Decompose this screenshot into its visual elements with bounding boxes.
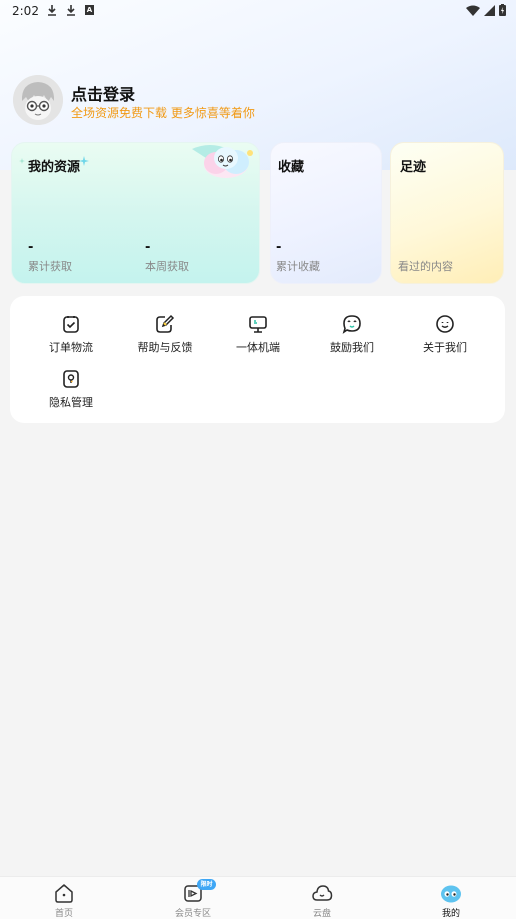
tab-cloud-disk[interactable]: 云盘 xyxy=(282,882,362,919)
tab-label: 我的 xyxy=(441,909,460,919)
wifi-icon xyxy=(466,5,480,16)
status-time: 2:02 xyxy=(12,4,39,18)
footprints-card[interactable]: 足迹 看过的内容 xyxy=(390,142,504,284)
menu-item-label: 隐私管理 xyxy=(49,396,93,409)
smile-icon xyxy=(436,315,454,333)
my-resources-title: 我的资源 xyxy=(28,160,81,175)
cloud-icon xyxy=(312,885,333,901)
footprints-title: 足迹 xyxy=(400,160,427,175)
battery-icon xyxy=(499,4,506,16)
menu-item-label: 一体机端 xyxy=(236,341,280,354)
signal-icon xyxy=(484,4,495,16)
menu-item-label: 关于我们 xyxy=(423,341,467,354)
weekly-acquired-value: - xyxy=(145,240,151,255)
footprints-label: 看过的内容 xyxy=(398,260,453,273)
favorites-label: 累计收藏 xyxy=(276,260,320,273)
chat-icon xyxy=(342,315,361,334)
privacy-icon xyxy=(63,370,79,388)
login-header[interactable]: 点击登录 全场资源免费下载 更多惊喜等着你 xyxy=(13,75,413,125)
sparkle-icon xyxy=(19,158,25,164)
menu-item-privacy[interactable]: 隐私管理 xyxy=(31,369,111,411)
avatar[interactable] xyxy=(13,75,63,125)
menu-item-help-feedback[interactable]: 帮助与反馈 xyxy=(125,314,205,356)
tab-vip-zone[interactable]: 会员专区 xyxy=(153,882,233,919)
menu-item-all-in-one[interactable]: 一体机端 xyxy=(218,314,298,356)
tab-mine[interactable]: 我的 xyxy=(411,882,491,919)
status-bar: 2:02 A xyxy=(0,0,516,22)
monitor-icon xyxy=(249,316,267,333)
favorites-card[interactable]: 收藏 - 累计收藏 xyxy=(270,142,382,284)
tab-label: 首页 xyxy=(54,909,73,919)
status-right-icons xyxy=(466,4,506,16)
notification-a-icon: A xyxy=(85,5,94,15)
edit-icon xyxy=(156,314,175,333)
menu-item-label: 帮助与反馈 xyxy=(137,341,193,354)
tab-home[interactable]: 首页 xyxy=(24,882,104,919)
menu-item-label: 鼓励我们 xyxy=(330,341,374,354)
mine-icon xyxy=(441,885,461,903)
vip-limited-badge: 限时 xyxy=(197,879,216,890)
download-icon xyxy=(48,5,56,16)
favorites-value: - xyxy=(276,240,282,255)
my-resources-card[interactable]: 我的资源 - 累计获取 - 本周获取 xyxy=(11,142,260,284)
order-icon xyxy=(63,316,79,333)
avatar-character-icon xyxy=(13,75,63,125)
menu-item-orders[interactable]: 订单物流 xyxy=(31,314,111,356)
favorites-title: 收藏 xyxy=(278,160,305,175)
cloud-mascot-icon xyxy=(192,145,253,178)
tab-label: 云盘 xyxy=(312,909,331,919)
menu-item-encourage-us[interactable]: 鼓励我们 xyxy=(312,314,392,356)
home-icon xyxy=(55,884,73,903)
status-left-icons: A xyxy=(47,4,94,16)
tab-label: 会员专区 xyxy=(174,909,211,919)
login-title[interactable]: 点击登录 xyxy=(71,81,135,105)
sparkle-icon xyxy=(79,156,89,166)
download-icon xyxy=(67,5,75,16)
weekly-acquired-label: 本周获取 xyxy=(145,260,189,273)
total-acquired-value: - xyxy=(28,240,34,255)
menu-item-label: 订单物流 xyxy=(49,341,93,354)
menu-panel: 订单物流 帮助与反馈 一体机端 鼓励我们 关于我们 隐私管理 xyxy=(10,296,505,423)
login-subtitle: 全场资源免费下载 更多惊喜等着你 xyxy=(71,106,255,120)
bottom-tab-bar: 首页 会员专区 云盘 我的 xyxy=(0,876,516,919)
total-acquired-label: 累计获取 xyxy=(28,260,72,273)
menu-item-about-us[interactable]: 关于我们 xyxy=(405,314,485,356)
